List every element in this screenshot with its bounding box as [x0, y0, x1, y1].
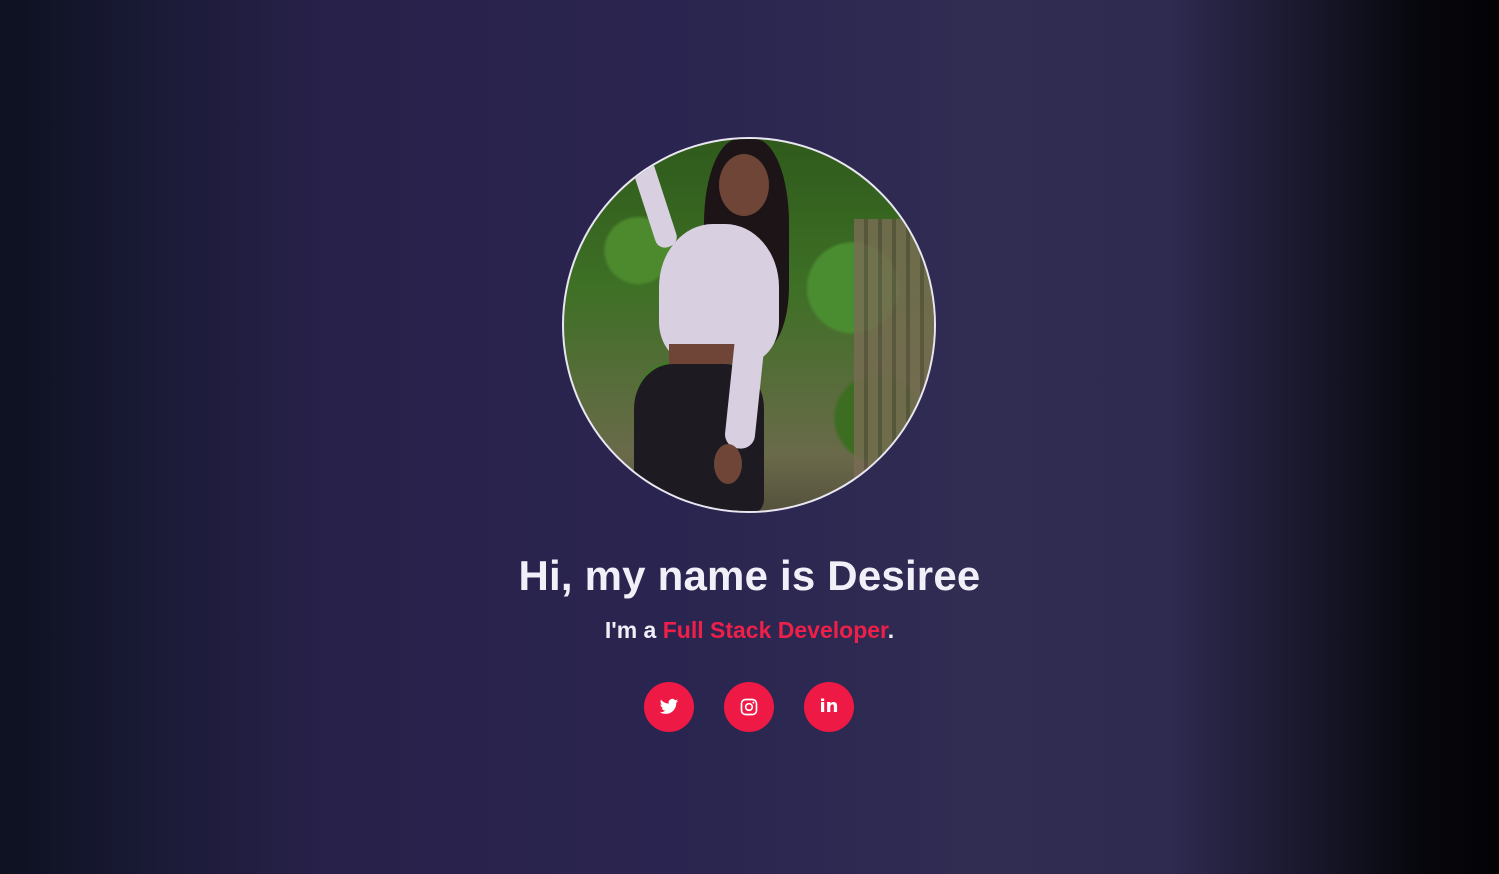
instagram-button[interactable]: [724, 682, 774, 732]
hero-section: Hi, my name is Desiree I'm a Full Stack …: [0, 0, 1499, 874]
avatar-arm: [630, 157, 680, 251]
avatar-hand: [714, 444, 742, 484]
profile-avatar: [562, 137, 936, 513]
linkedin-icon: in: [819, 696, 839, 717]
instagram-icon: [740, 698, 758, 716]
page-title: Hi, my name is Desiree: [518, 552, 981, 599]
social-links: in: [644, 682, 854, 732]
avatar-face: [719, 154, 769, 216]
tagline-role: Full Stack Developer: [662, 617, 888, 643]
tagline: I'm a Full Stack Developer.: [0, 617, 1499, 644]
tagline-prefix: I'm a: [604, 617, 663, 643]
avatar-fence: [854, 219, 934, 479]
linkedin-button[interactable]: in: [804, 682, 854, 732]
tagline-suffix: .: [887, 617, 895, 643]
twitter-button[interactable]: [644, 682, 694, 732]
twitter-icon: [659, 698, 679, 714]
